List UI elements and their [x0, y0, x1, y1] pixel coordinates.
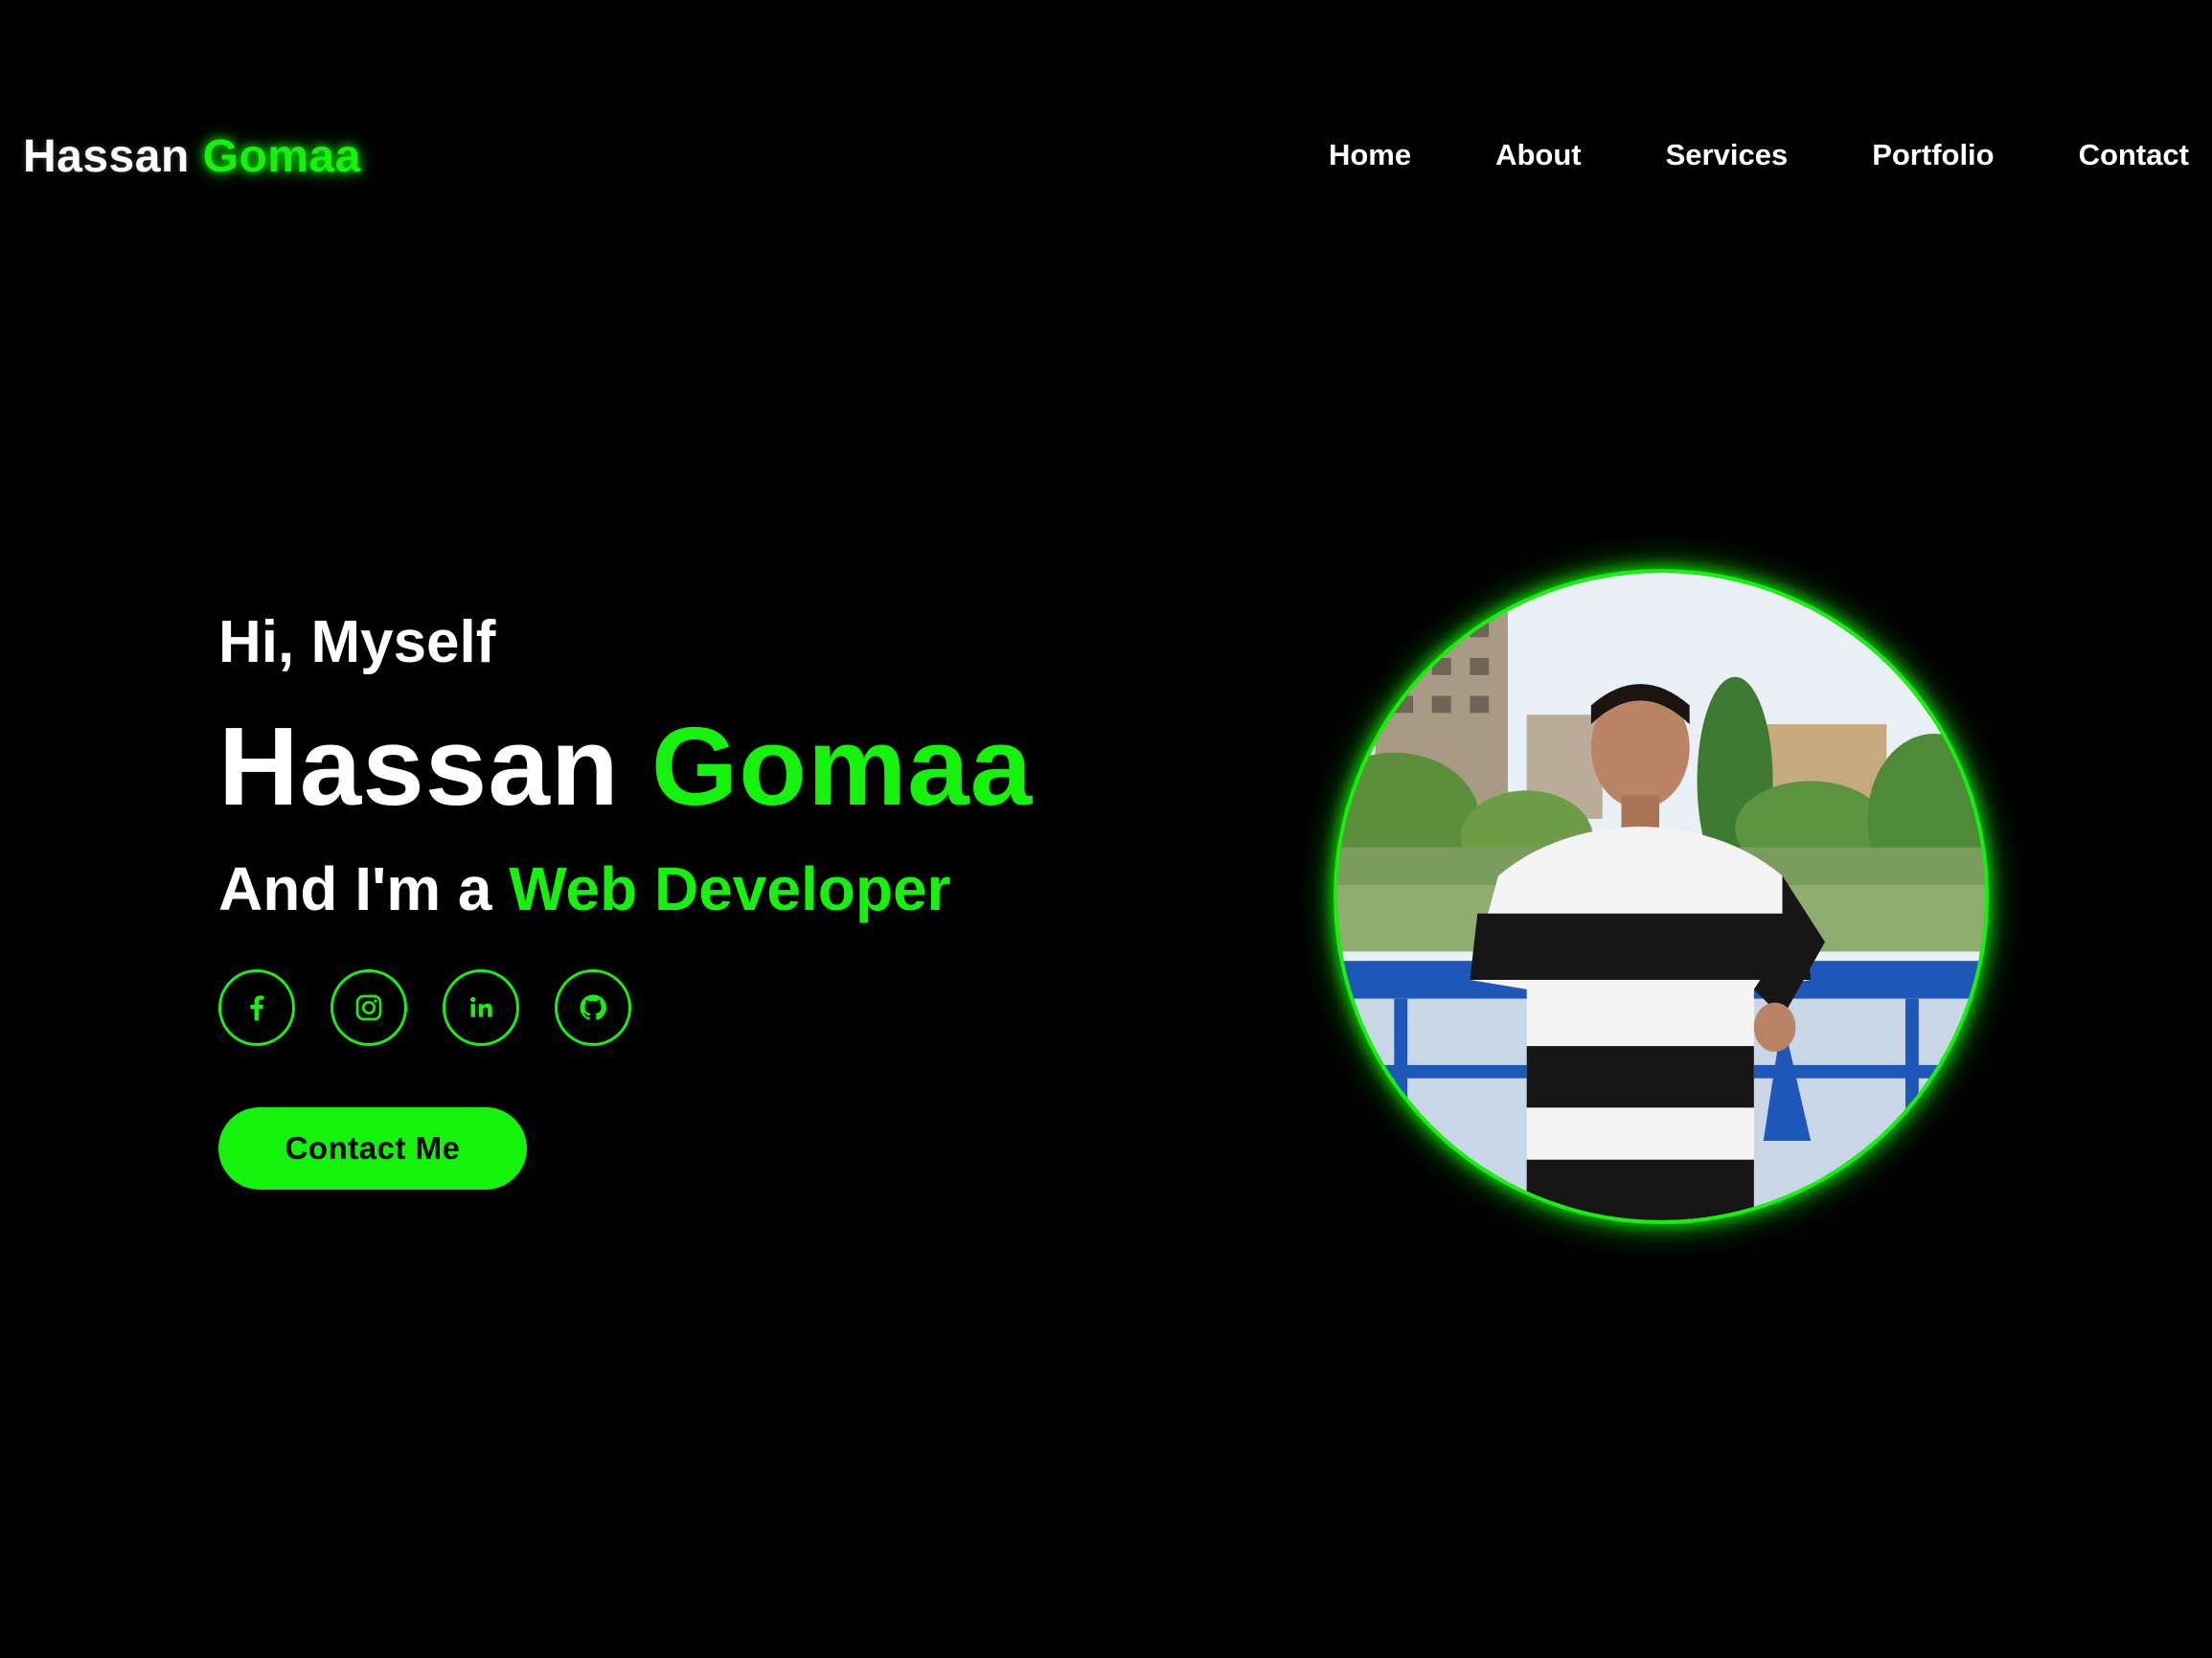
nav-link-about[interactable]: About — [1495, 138, 1582, 172]
nav-link-contact[interactable]: Contact — [2079, 138, 2189, 172]
hero-role-title: Web Developer — [509, 854, 951, 923]
hero-greeting: Hi, Myself — [218, 609, 496, 675]
site-header: Hassan Gomaa Home About Services Portfol… — [0, 105, 2212, 206]
nav-link-portfolio[interactable]: Portfolio — [1872, 138, 1994, 172]
hero-name: Hassan Gomaa — [218, 711, 1176, 822]
github-link[interactable] — [555, 969, 631, 1046]
facebook-link[interactable] — [218, 969, 295, 1046]
logo-first-name: Hassan — [23, 131, 190, 182]
portfolio-page: Hassan Gomaa Home About Services Portfol… — [0, 0, 2212, 1658]
hero-role-lead: And I'm a — [218, 854, 492, 923]
profile-photo — [1334, 569, 1989, 1224]
logo-last-name: Gomaa — [202, 131, 361, 182]
hero-name-last: Gomaa — [650, 704, 1034, 829]
linkedin-link[interactable] — [443, 969, 519, 1046]
site-logo[interactable]: Hassan Gomaa — [23, 130, 361, 183]
hero-name-first: Hassan — [218, 704, 620, 829]
main-nav: Home About Services Portfolio Contact — [1329, 138, 2189, 172]
profile-photo-illustration — [1337, 573, 1985, 1220]
instagram-icon — [355, 994, 382, 1021]
github-icon — [580, 994, 606, 1020]
instagram-link[interactable] — [331, 969, 407, 1046]
linkedin-icon — [470, 996, 492, 1017]
nav-link-home[interactable]: Home — [1329, 138, 1411, 172]
hero-role: And I'm a Web Developer — [218, 858, 1176, 920]
contact-me-button[interactable]: Contact Me — [218, 1107, 527, 1190]
hero-intro: Hi, Myself Hassan Gomaa And I'm a Web De… — [218, 613, 1176, 1190]
facebook-icon — [250, 995, 264, 1021]
social-links — [218, 969, 1176, 1046]
nav-link-services[interactable]: Services — [1666, 138, 1789, 172]
